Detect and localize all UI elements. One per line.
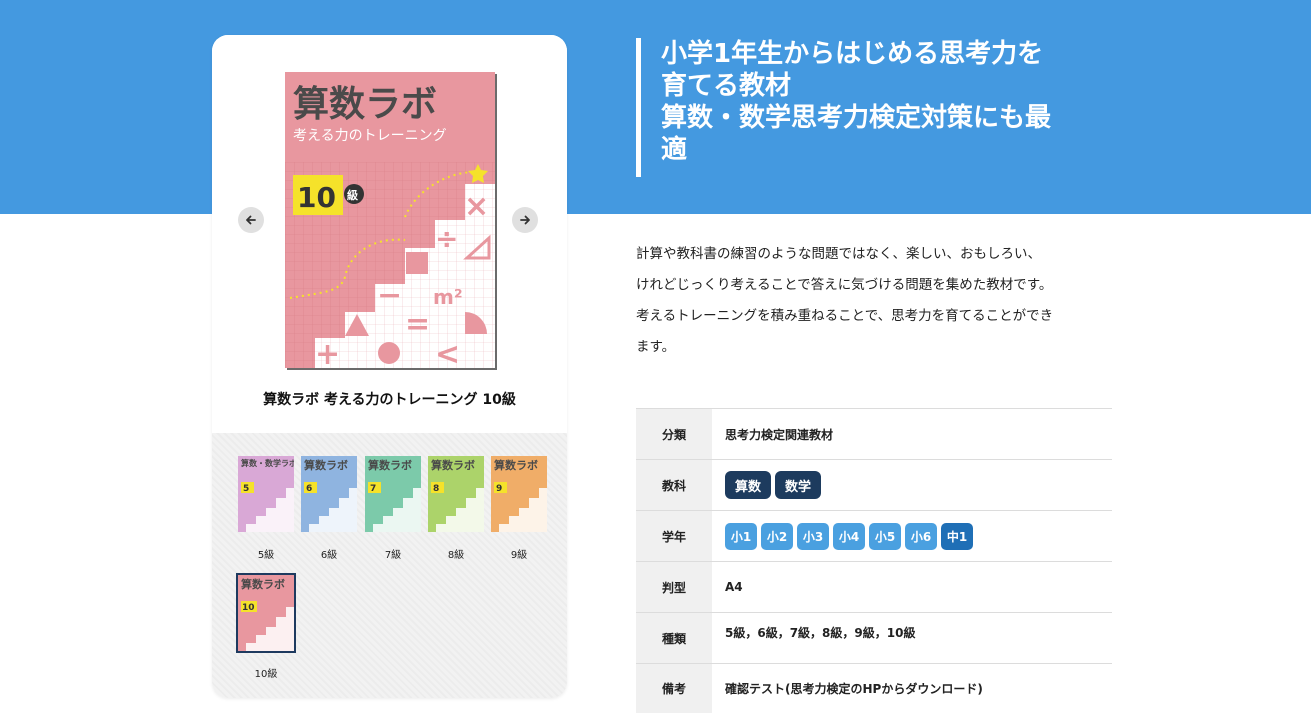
spec-table: 分類 思考力検定関連教材 教科 算数 数学 学年 小1 小2 小3 小4 小5 … [636, 408, 1112, 713]
description-line: 計算や教科書の練習のような問題ではなく、楽しい、おもしろい、 [636, 246, 1041, 262]
product-description: 計算や教科書の練習のような問題ではなく、楽しい、おもしろい、 けれどじっくり考え… [636, 239, 1116, 363]
thumbnail-10[interactable]: 算数ラボ 10 10級 [236, 573, 296, 680]
thumbnail-7[interactable]: 算数ラボ 7 7級 [365, 456, 421, 561]
thumbnail-label: 6級 [320, 550, 338, 561]
spec-key: 種類 [636, 613, 712, 663]
cover-title: 算数ラボ [293, 84, 437, 125]
thumbnail-grid: 算数・数学ラボ 5 5級 算数ラボ 6 6級 算数ラボ 7 7級 算数ラボ 8 … [212, 433, 567, 698]
product-viewer: 算数ラボ 考える力のトレーニング 10 級 × ÷ − m² = + < 算数ラ… [212, 35, 567, 433]
heading-line: 適 [661, 135, 688, 165]
spec-key: 学年 [636, 511, 712, 561]
spec-row-grade: 学年 小1 小2 小3 小4 小5 小6 中1 [636, 510, 1112, 561]
heading-accent-bar [636, 38, 641, 177]
thumbnail-cover-image: 算数ラボ 10 [236, 573, 296, 653]
thumbnail-5[interactable]: 算数・数学ラボ 5 5級 [238, 456, 297, 561]
spec-key: 備考 [636, 664, 712, 713]
next-button[interactable] [512, 207, 538, 233]
thumbnail-cover-title: 算数・数学ラボ [241, 458, 294, 468]
arrow-right-icon [520, 215, 530, 225]
grade-tag-2[interactable]: 小2 [761, 522, 793, 550]
cover-symbol-equals: = [405, 307, 430, 342]
thumbnail-cover-image: 算数ラボ 6 [301, 456, 357, 532]
cover-subtitle: 考える力のトレーニング [293, 128, 447, 144]
thumbnail-cover-number: 10 [242, 603, 255, 613]
spec-row-size: 判型 A4 [636, 561, 1112, 612]
thumbnail-cover-number: 6 [306, 484, 312, 494]
spec-value: 確認テスト(思考力検定のHPからダウンロード) [725, 682, 983, 696]
description-line: 考えるトレーニングを積み重ねることで、思考力を育てることができ [636, 308, 1054, 324]
cover-symbol-multiply: × [464, 189, 489, 224]
thumbnail-cover-number: 9 [496, 484, 502, 494]
cover-symbol-m2: m² [433, 285, 463, 309]
thumbnail-cover-title: 算数ラボ [493, 458, 538, 472]
thumbnail-cover-image: 算数ラボ 7 [365, 456, 421, 532]
thumbnail-label: 10級 [254, 669, 278, 680]
thumbnail-cover-number: 8 [433, 484, 439, 494]
spec-key: 判型 [636, 562, 712, 612]
thumbnail-9[interactable]: 算数ラボ 9 9級 [491, 456, 547, 561]
arrow-left-icon [246, 215, 256, 225]
description-line: けれどじっくり考えることで答えに気づける問題を集めた教材です。 [636, 277, 1053, 293]
thumbnail-cover-title: 算数ラボ [240, 577, 285, 591]
thumbnail-8[interactable]: 算数ラボ 8 8級 [428, 456, 484, 561]
spec-row-notes: 備考 確認テスト(思考力検定のHPからダウンロード) [636, 663, 1112, 713]
thumbnail-label: 7級 [384, 550, 402, 561]
grade-tag-3[interactable]: 小3 [797, 522, 829, 550]
grade-tag-4[interactable]: 小4 [833, 522, 865, 550]
cover-level-number: 10 [297, 181, 336, 214]
heading-line: 小学1年生からはじめる思考力を [661, 39, 1044, 69]
cover-level-suffix: 級 [347, 188, 358, 202]
prev-button[interactable] [238, 207, 264, 233]
spec-key: 分類 [636, 409, 712, 459]
thumbnail-label: 9級 [510, 550, 528, 561]
spec-value: 思考力検定関連教材 [725, 427, 834, 442]
spec-value: 算数 数学 [712, 460, 1112, 510]
page-heading: 小学1年生からはじめる思考力を 育てる教材 算数・数学思考力検定対策にも最 適 [661, 38, 1121, 166]
heading-line: 算数・数学思考力検定対策にも最 [661, 103, 1052, 133]
spec-key: 教科 [636, 460, 712, 510]
grade-tag-junior-1[interactable]: 中1 [941, 522, 973, 550]
spec-row-category: 分類 思考力検定関連教材 [636, 408, 1112, 459]
thumbnail-cover-image: 算数ラボ 9 [491, 456, 547, 532]
thumbnail-cover-title: 算数ラボ [367, 458, 412, 472]
thumbnail-label: 8級 [447, 550, 465, 561]
thumbnail-6[interactable]: 算数ラボ 6 6級 [301, 456, 357, 561]
thumbnail-cover-number: 5 [243, 484, 249, 494]
thumbnail-cover-number: 7 [370, 484, 376, 494]
grade-tag-5[interactable]: 小5 [869, 522, 901, 550]
spec-value: A4 [725, 580, 743, 594]
cover-symbol-less-than: < [435, 337, 460, 368]
spec-value: 小1 小2 小3 小4 小5 小6 中1 [712, 511, 1112, 561]
grade-tag-1[interactable]: 小1 [725, 522, 757, 550]
thumbnail-cover-title: 算数ラボ [303, 458, 348, 472]
heading-line: 育てる教材 [661, 71, 792, 101]
subject-tag-arithmetic[interactable]: 算数 [725, 471, 772, 499]
thumbnail-label: 5級 [257, 550, 275, 561]
thumbnail-cover-image: 算数ラボ 8 [428, 456, 484, 532]
book-cover-image: 算数ラボ 考える力のトレーニング 10 級 × ÷ − m² = + < [285, 72, 495, 368]
description-line: ます。 [636, 339, 676, 355]
cover-symbol-divide: ÷ [435, 222, 458, 255]
spec-row-types: 種類 5級，6級，7級，8級，9級，10級 [636, 612, 1112, 663]
thumbnail-cover-image: 算数・数学ラボ 5 [238, 456, 297, 532]
cover-symbol-minus: − [377, 278, 402, 313]
product-card: 算数ラボ 考える力のトレーニング 10 級 × ÷ − m² = + < 算数ラ… [212, 35, 567, 698]
cover-symbol-plus: + [315, 337, 340, 368]
spec-row-subject: 教科 算数 数学 [636, 459, 1112, 510]
spec-value: 5級，6級，7級，8級，9級，10級 [725, 626, 916, 640]
grade-tag-6[interactable]: 小6 [905, 522, 937, 550]
product-title: 算数ラボ 考える力のトレーニング 10級 [263, 392, 516, 408]
subject-tag-math[interactable]: 数学 [775, 471, 822, 499]
thumbnail-cover-title: 算数ラボ [430, 458, 475, 472]
